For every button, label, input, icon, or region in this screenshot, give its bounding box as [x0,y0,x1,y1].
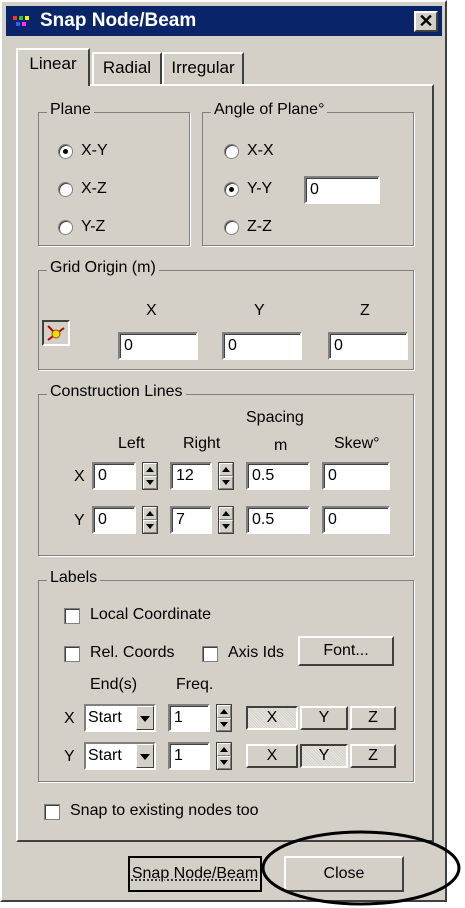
chevron-down-icon[interactable] [136,744,154,768]
snap-node-beam-button[interactable]: Snap Node/Beam [128,856,262,892]
radio-label: X-Z [81,180,107,197]
angle-legend: Angle of Plane° [211,101,328,119]
labels-y-freq-input[interactable]: 1 [168,742,210,770]
title-bar[interactable]: Snap Node/Beam ✕ [6,6,442,36]
local-coordinate-checkbox[interactable] [64,608,80,624]
grid-origin-legend: Grid Origin (m) [47,259,159,277]
freq-header: Freq. [176,676,214,693]
rel-coords-checkbox[interactable] [64,646,80,662]
radio-indicator[interactable] [58,181,73,197]
construction-y-right-input[interactable]: 7 [170,506,212,534]
radio-indicator[interactable] [58,219,73,235]
snap-node-beam-label: Snap Node/Beam [131,865,259,882]
radio-plane-yz[interactable]: Y-Z [58,218,105,236]
construction-y-left-spinner[interactable] [142,506,158,534]
right-header: Right [183,435,221,452]
font-button[interactable]: Font... [298,636,394,666]
labels-y-freq-spinner[interactable] [216,742,232,770]
construction-y-spacing-input[interactable]: 0.5 [246,506,310,534]
radio-label: Z-Z [247,218,272,235]
construction-row-y-label: Y [74,512,85,529]
radio-label: Y-Y [247,180,273,197]
labels-x-axis-x-button[interactable]: X [246,706,298,730]
annotation-ellipse [261,830,461,906]
select-value: Start [88,709,122,726]
construction-x-right-input[interactable]: 12 [170,462,212,490]
radio-label: X-Y [81,142,108,159]
rel-coords-label: Rel. Coords [90,644,175,661]
labels-legend: Labels [47,569,101,587]
labels-x-freq-spinner[interactable] [216,704,232,732]
construction-x-right-spinner[interactable] [218,462,234,490]
grid-origin-x-label: X [146,302,157,319]
radio-label: X-X [247,142,274,159]
labels-row-y-label: Y [64,748,75,765]
window-title: Snap Node/Beam [40,10,197,31]
local-coordinate-label: Local Coordinate [90,606,211,623]
radio-indicator[interactable] [224,219,239,235]
ends-header: End(s) [90,676,138,693]
construction-x-skew-input[interactable]: 0 [322,462,390,490]
app-icon [13,16,29,26]
radio-angle-xx[interactable]: X-X [224,142,274,160]
spacing-header: Spacing [246,409,304,426]
labels-y-ends-select[interactable]: Start [84,742,156,770]
labels-x-ends-select[interactable]: Start [84,704,156,732]
snap-existing-checkbox[interactable] [44,804,60,820]
labels-y-axis-y-button[interactable]: Y [300,744,348,768]
grid-origin-z-input[interactable]: 0 [328,332,408,360]
chevron-down-icon[interactable] [136,706,154,730]
radio-angle-yy[interactable]: Y-Y [224,180,272,198]
labels-x-freq-input[interactable]: 1 [168,704,210,732]
labels-y-axis-x-button[interactable]: X [246,744,298,768]
axis-ids-label: Axis Ids [228,644,285,661]
tab-radial[interactable]: Radial [92,52,162,84]
radio-plane-xy[interactable]: X-Y [58,142,108,160]
construction-y-left-input[interactable]: 0 [92,506,136,534]
radio-angle-zz[interactable]: Z-Z [224,218,272,236]
close-icon[interactable]: ✕ [414,11,438,32]
snap-existing-label: Snap to existing nodes too [70,802,259,819]
grid-origin-y-input[interactable]: 0 [222,332,302,360]
labels-x-axis-y-button[interactable]: Y [300,706,348,730]
tab-irregular[interactable]: Irregular [162,52,244,84]
construction-x-left-input[interactable]: 0 [92,462,136,490]
skew-header: Skew° [334,435,380,452]
axis-ids-checkbox[interactable] [202,646,218,662]
construction-y-right-spinner[interactable] [218,506,234,534]
angle-value-input[interactable]: 0 [304,176,380,204]
radio-indicator[interactable] [224,181,239,197]
labels-x-axis-z-button[interactable]: Z [350,706,396,730]
construction-lines-legend: Construction Lines [47,383,186,401]
spacing-unit-header: m [274,437,288,454]
radio-indicator[interactable] [58,143,73,159]
grid-origin-z-label: Z [360,302,370,319]
pick-node-icon[interactable] [42,320,70,346]
grid-origin-x-input[interactable]: 0 [118,332,198,360]
select-value: Start [88,747,122,764]
construction-y-skew-input[interactable]: 0 [322,506,390,534]
grid-origin-y-label: Y [254,302,265,319]
radio-label: Y-Z [81,218,106,235]
labels-row-x-label: X [64,710,75,727]
tab-linear[interactable]: Linear [16,48,90,86]
radio-plane-xz[interactable]: X-Z [58,180,107,198]
snap-node-beam-dialog: Snap Node/Beam ✕ Linear Radial Irregular… [0,0,447,902]
left-header: Left [118,435,145,452]
construction-x-spacing-input[interactable]: 0.5 [246,462,310,490]
construction-x-left-spinner[interactable] [142,462,158,490]
plane-legend: Plane [47,101,94,119]
construction-row-x-label: X [74,468,85,485]
labels-y-axis-z-button[interactable]: Z [350,744,396,768]
radio-indicator[interactable] [224,143,239,159]
